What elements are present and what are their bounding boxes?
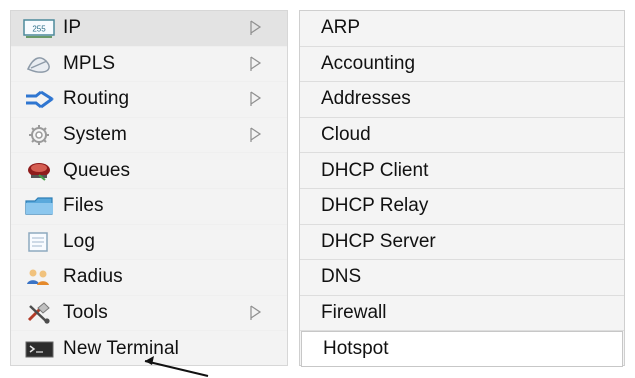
menu-item-log[interactable]: Log (11, 225, 287, 261)
menu-item-ip[interactable]: 255 IP (11, 11, 287, 47)
radius-icon (23, 265, 61, 289)
menu-label: Tools (63, 302, 108, 324)
submenu-label: Accounting (321, 52, 416, 74)
submenu-label: ARP (321, 17, 361, 39)
terminal-icon (23, 337, 61, 361)
submenu-item-accounting[interactable]: Accounting (300, 47, 624, 83)
system-icon (23, 123, 61, 147)
menu-item-files[interactable]: Files (11, 189, 287, 225)
submenu-item-dhcp-server[interactable]: DHCP Server (300, 225, 624, 261)
ip-submenu: ARP Accounting Addresses Cloud DHCP Clie… (299, 10, 625, 367)
submenu-item-dhcp-client[interactable]: DHCP Client (300, 153, 624, 189)
menu-label: Files (63, 195, 104, 217)
submenu-item-dns[interactable]: DNS (300, 260, 624, 296)
menu-item-system[interactable]: System (11, 118, 287, 154)
submenu-label: Firewall (321, 302, 387, 324)
menu-label: Radius (63, 266, 123, 288)
menu-label: System (63, 124, 127, 146)
submenu-item-cloud[interactable]: Cloud (300, 118, 624, 154)
menu-label: Log (63, 230, 96, 252)
menu-label: Routing (63, 88, 130, 110)
menu-label: MPLS (63, 52, 116, 74)
main-menu: 255 IP MPLS Routing System Queues Files … (10, 10, 288, 366)
submenu-label: DHCP Server (321, 230, 436, 252)
submenu-arrow-icon (249, 90, 263, 108)
submenu-item-dhcp-relay[interactable]: DHCP Relay (300, 189, 624, 225)
submenu-item-hotspot[interactable]: Hotspot (301, 331, 623, 367)
submenu-arrow-icon (249, 19, 263, 37)
routing-icon (23, 87, 61, 111)
menu-item-radius[interactable]: Radius (11, 260, 287, 296)
submenu-label: Cloud (321, 124, 371, 146)
submenu-item-arp[interactable]: ARP (300, 11, 624, 47)
menu-label: New Terminal (63, 338, 179, 360)
tools-icon (23, 301, 61, 325)
menu-item-queues[interactable]: Queues (11, 153, 287, 189)
menu-item-routing[interactable]: Routing (11, 82, 287, 118)
submenu-arrow-icon (249, 126, 263, 144)
menu-item-new-terminal[interactable]: New Terminal (11, 331, 287, 367)
mpls-icon (23, 52, 61, 76)
submenu-item-firewall[interactable]: Firewall (300, 296, 624, 332)
submenu-arrow-icon (249, 304, 263, 322)
folder-icon (23, 194, 61, 218)
submenu-arrow-icon (249, 55, 263, 73)
submenu-label: DHCP Client (321, 159, 429, 181)
log-icon (23, 230, 61, 254)
queues-icon (23, 159, 61, 183)
submenu-label: Addresses (321, 88, 411, 110)
menu-label: Queues (63, 159, 131, 181)
menu-item-tools[interactable]: Tools (11, 296, 287, 332)
menu-item-mpls[interactable]: MPLS (11, 47, 287, 83)
submenu-label: Hotspot (323, 338, 389, 360)
submenu-label: DHCP Relay (321, 195, 429, 217)
ip-icon: 255 (23, 16, 61, 40)
submenu-label: DNS (321, 266, 362, 288)
menu-label: IP (63, 17, 82, 39)
svg-text:255: 255 (32, 25, 46, 34)
submenu-item-addresses[interactable]: Addresses (300, 82, 624, 118)
